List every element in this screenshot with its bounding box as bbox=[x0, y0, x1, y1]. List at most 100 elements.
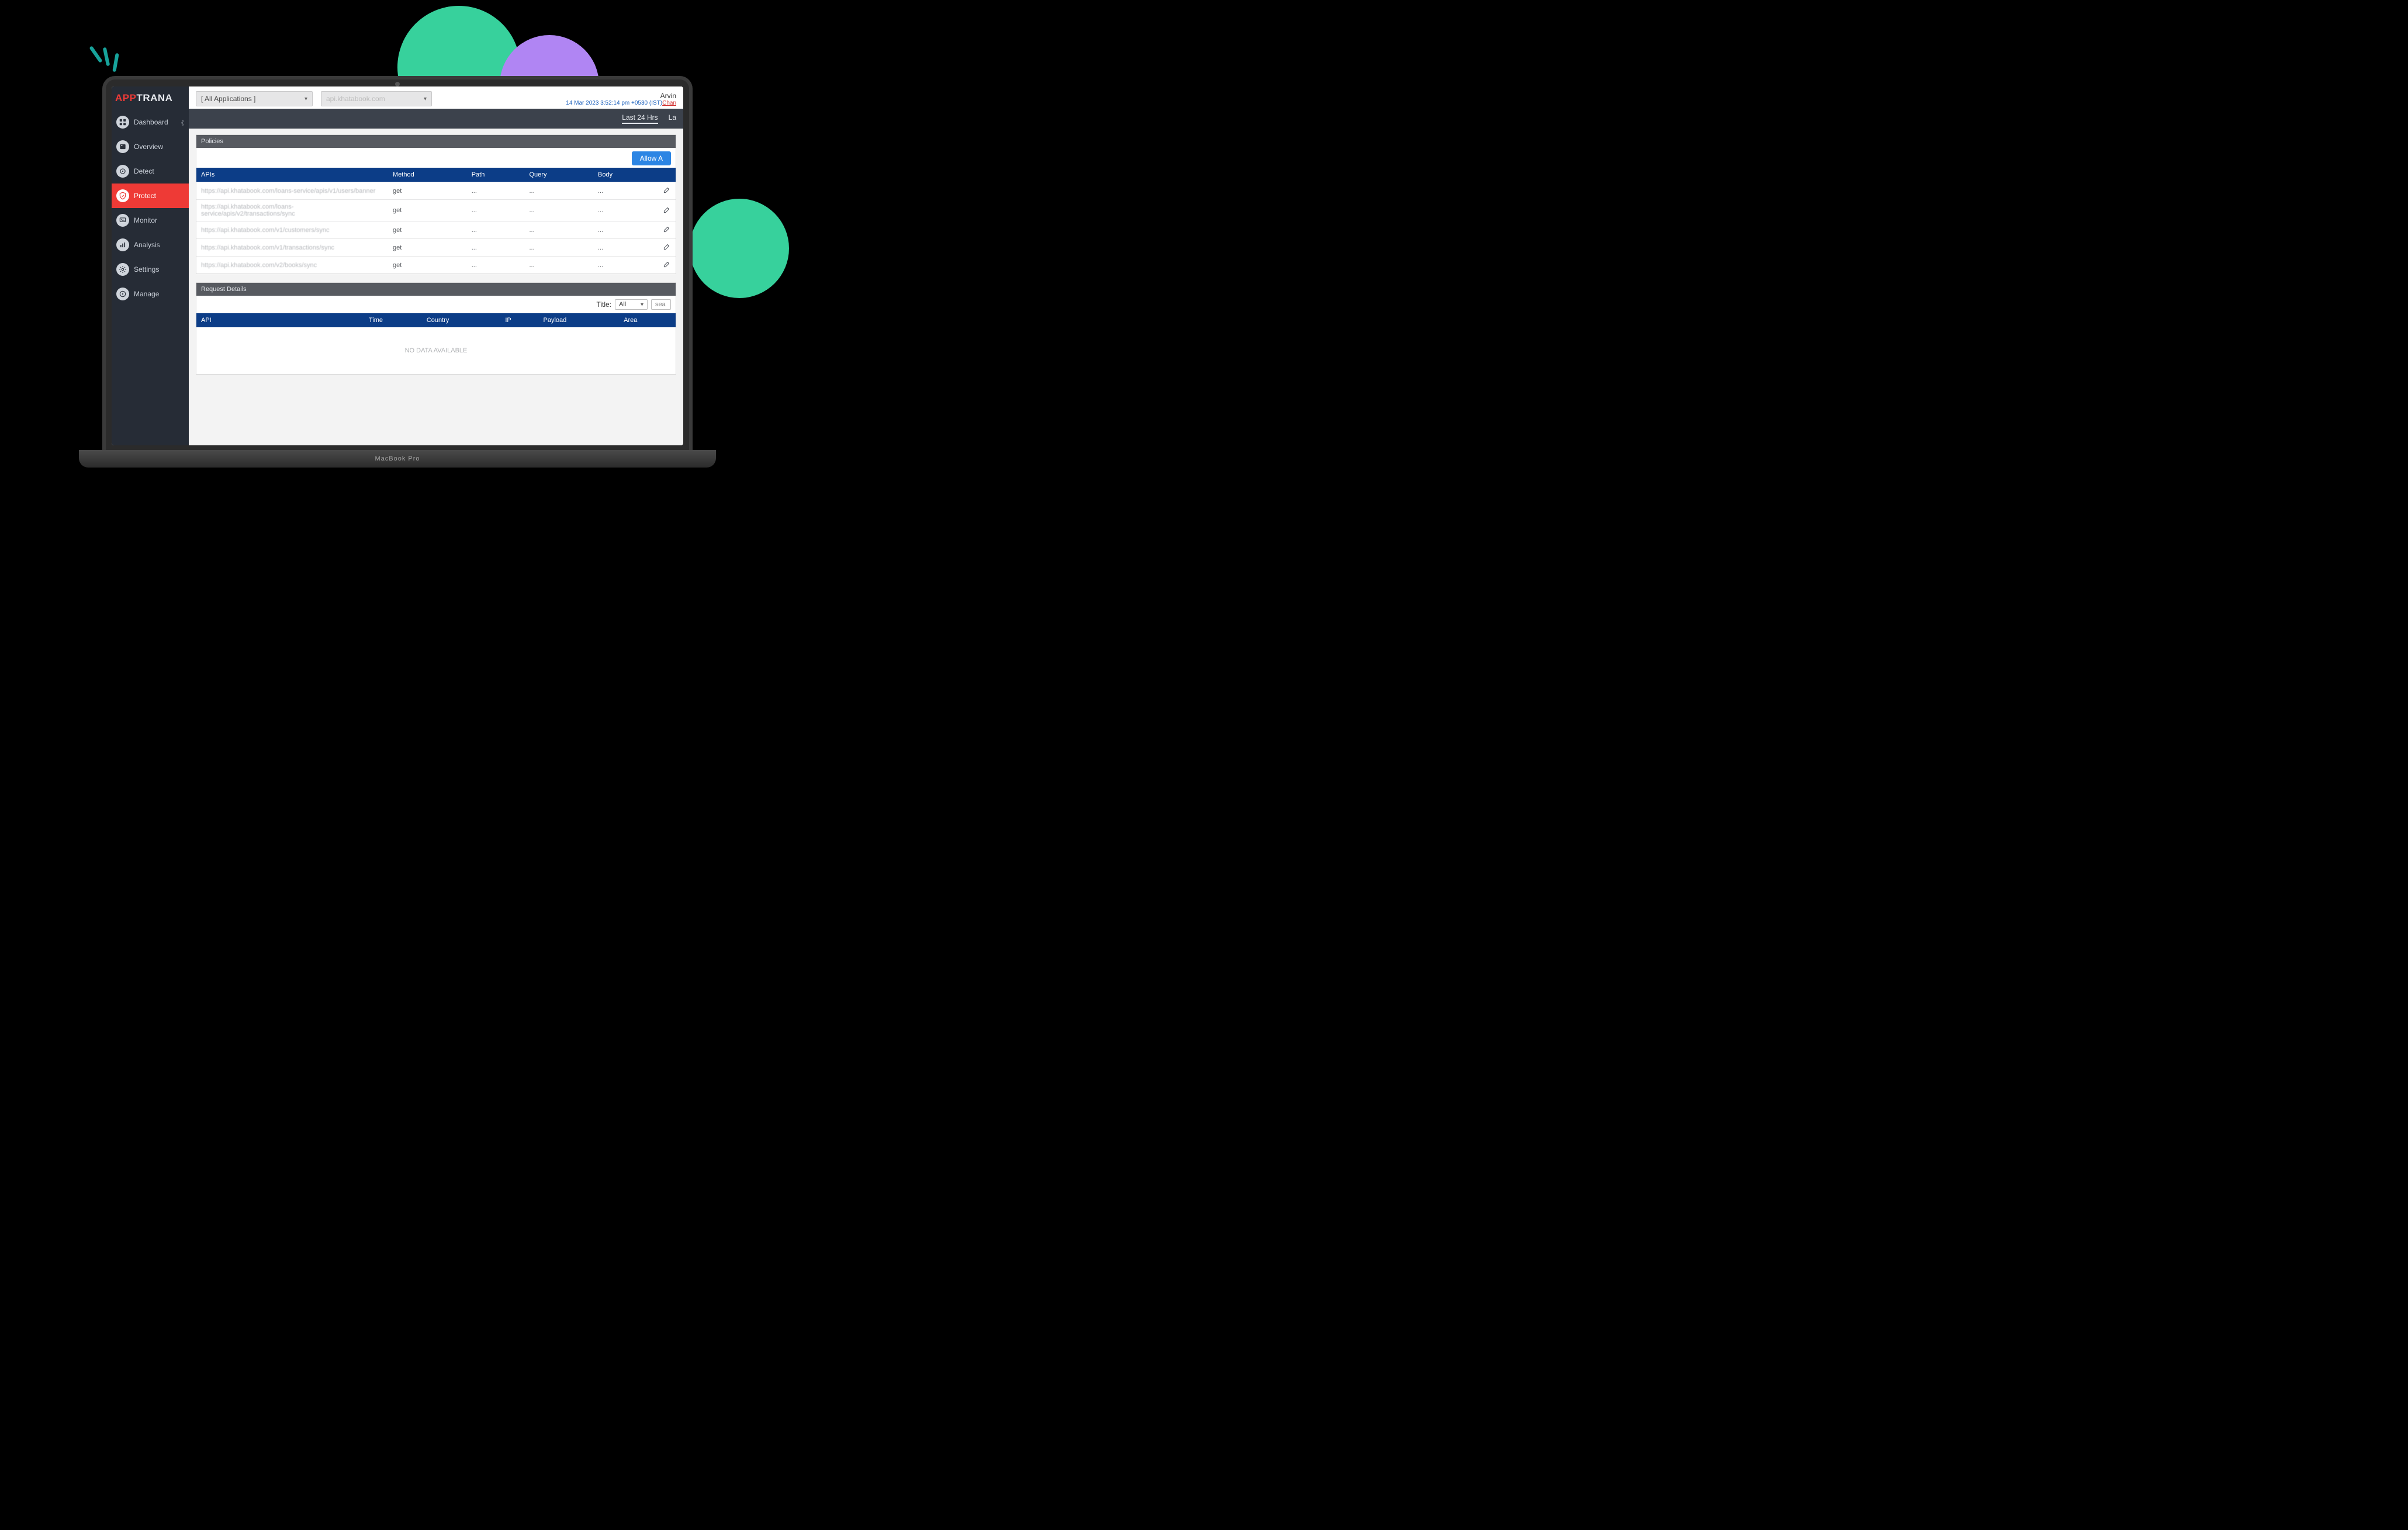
cell-query: ... bbox=[524, 221, 593, 239]
decorative-blob bbox=[690, 199, 789, 298]
sidebar-item-manage[interactable]: Manage bbox=[112, 282, 189, 306]
table-row: https://api.khatabook.com/v1/customers/s… bbox=[196, 221, 676, 239]
brand-logo: APPTRANA bbox=[112, 86, 189, 110]
laptop-shadow bbox=[102, 475, 693, 492]
sidebar: APPTRANA Dashboard 《 Overview Detect bbox=[112, 86, 189, 445]
sidebar-item-settings[interactable]: Settings bbox=[112, 257, 189, 282]
sidebar-item-label: Manage bbox=[134, 290, 159, 298]
range-last-24hrs[interactable]: Last 24 Hrs bbox=[622, 113, 658, 124]
application-select[interactable]: [ All Applications ] ▾ bbox=[196, 91, 313, 106]
sidebar-item-label: Detect bbox=[134, 167, 154, 175]
collapse-icon: 《 bbox=[178, 118, 184, 127]
monitor-icon bbox=[116, 214, 129, 227]
cell-api: https://api.khatabook.com/v2/books/sync bbox=[196, 257, 388, 274]
range-partial[interactable]: La bbox=[669, 113, 676, 124]
col-apis: APIs bbox=[196, 168, 388, 182]
brand-app: APP bbox=[115, 92, 136, 103]
search-input[interactable] bbox=[651, 299, 671, 310]
table-row: https://api.khatabook.com/v1/transaction… bbox=[196, 239, 676, 257]
topbar: [ All Applications ] ▾ api.khatabook.com… bbox=[189, 86, 683, 109]
sidebar-item-protect[interactable]: Protect bbox=[112, 184, 189, 208]
edit-icon[interactable] bbox=[663, 209, 671, 216]
chevron-down-icon: ▾ bbox=[424, 96, 427, 102]
col-ip: IP bbox=[500, 313, 538, 327]
chevron-down-icon: ▾ bbox=[641, 302, 643, 308]
site-select[interactable]: api.khatabook.com ▾ bbox=[321, 91, 432, 106]
dashboard-icon bbox=[116, 116, 129, 129]
allow-all-button[interactable]: Allow A bbox=[632, 151, 671, 165]
cell-body: ... bbox=[593, 200, 655, 221]
cell-path: ... bbox=[467, 182, 525, 200]
gear-icon bbox=[116, 263, 129, 276]
col-method: Method bbox=[388, 168, 467, 182]
cell-api: https://api.khatabook.com/v1/transaction… bbox=[196, 239, 388, 257]
shield-icon bbox=[116, 189, 129, 202]
edit-icon[interactable] bbox=[663, 228, 671, 235]
cell-path: ... bbox=[467, 239, 525, 257]
col-query: Query bbox=[524, 168, 593, 182]
cell-body: ... bbox=[593, 182, 655, 200]
timestamp-value: 14 Mar 2023 3:52:14 pm +0530 (IST) bbox=[566, 100, 662, 106]
sidebar-item-overview[interactable]: Overview bbox=[112, 134, 189, 159]
cell-api: https://api.khatabook.com/loans-service/… bbox=[196, 182, 388, 200]
cell-query: ... bbox=[524, 200, 593, 221]
title-filter-label: Title: bbox=[596, 300, 611, 309]
cell-path: ... bbox=[467, 200, 525, 221]
sidebar-item-label: Monitor bbox=[134, 216, 157, 224]
edit-icon[interactable] bbox=[663, 263, 671, 270]
cell-method: get bbox=[388, 239, 467, 257]
sidebar-item-label: Overview bbox=[134, 143, 163, 151]
cell-body: ... bbox=[593, 221, 655, 239]
policies-panel: Policies Allow A APIs Method Path Query bbox=[196, 134, 676, 274]
table-row: https://api.khatabook.com/loans-service/… bbox=[196, 200, 676, 221]
change-timezone-link[interactable]: Chan bbox=[662, 100, 676, 106]
device-label: MacBook Pro bbox=[375, 455, 420, 462]
edit-icon[interactable] bbox=[663, 189, 671, 196]
sidebar-item-label: Dashboard bbox=[134, 118, 168, 126]
cell-method: get bbox=[388, 257, 467, 274]
col-body: Body bbox=[593, 168, 655, 182]
no-data-message: NO DATA AVAILABLE bbox=[196, 327, 676, 374]
col-payload: Payload bbox=[539, 313, 620, 327]
col-time: Time bbox=[364, 313, 422, 327]
edit-icon[interactable] bbox=[663, 245, 671, 252]
cell-body: ... bbox=[593, 239, 655, 257]
detect-icon bbox=[116, 165, 129, 178]
chevron-down-icon: ▾ bbox=[305, 96, 307, 102]
timestamp: 14 Mar 2023 3:52:14 pm +0530 (IST)Chan bbox=[566, 100, 676, 106]
cell-query: ... bbox=[524, 182, 593, 200]
manage-icon bbox=[116, 288, 129, 300]
cell-query: ... bbox=[524, 257, 593, 274]
title-filter-value: All bbox=[619, 301, 626, 308]
col-country: Country bbox=[422, 313, 501, 327]
sidebar-item-label: Protect bbox=[134, 192, 156, 200]
policies-table: APIs Method Path Query Body https://api.… bbox=[196, 168, 676, 274]
cell-path: ... bbox=[467, 221, 525, 239]
cell-method: get bbox=[388, 221, 467, 239]
user-name: Arvin bbox=[566, 92, 676, 100]
request-panel: Request Details Title: All ▾ bbox=[196, 282, 676, 375]
sidebar-item-dashboard[interactable]: Dashboard 《 bbox=[112, 110, 189, 134]
cell-api: https://api.khatabook.com/loans-service/… bbox=[196, 200, 388, 221]
sidebar-item-detect[interactable]: Detect bbox=[112, 159, 189, 184]
overview-icon bbox=[116, 140, 129, 153]
cell-api: https://api.khatabook.com/v1/customers/s… bbox=[196, 221, 388, 239]
laptop-frame: APPTRANA Dashboard 《 Overview Detect bbox=[102, 76, 693, 479]
sidebar-item-analysis[interactable]: Analysis bbox=[112, 233, 189, 257]
cell-path: ... bbox=[467, 257, 525, 274]
col-area: Area bbox=[619, 313, 676, 327]
time-range-bar: Last 24 Hrs La bbox=[189, 109, 683, 129]
sidebar-item-label: Settings bbox=[134, 265, 159, 274]
request-header: Request Details bbox=[196, 283, 676, 296]
cell-method: get bbox=[388, 182, 467, 200]
request-table: API Time Country IP Payload Area bbox=[196, 313, 676, 327]
col-api: API bbox=[196, 313, 364, 327]
analysis-icon bbox=[116, 238, 129, 251]
title-filter-select[interactable]: All ▾ bbox=[615, 299, 648, 310]
sidebar-item-label: Analysis bbox=[134, 241, 160, 249]
brand-trana: TRANA bbox=[136, 92, 172, 103]
sidebar-item-monitor[interactable]: Monitor bbox=[112, 208, 189, 233]
camera-dot bbox=[395, 82, 400, 86]
cell-body: ... bbox=[593, 257, 655, 274]
col-path: Path bbox=[467, 168, 525, 182]
